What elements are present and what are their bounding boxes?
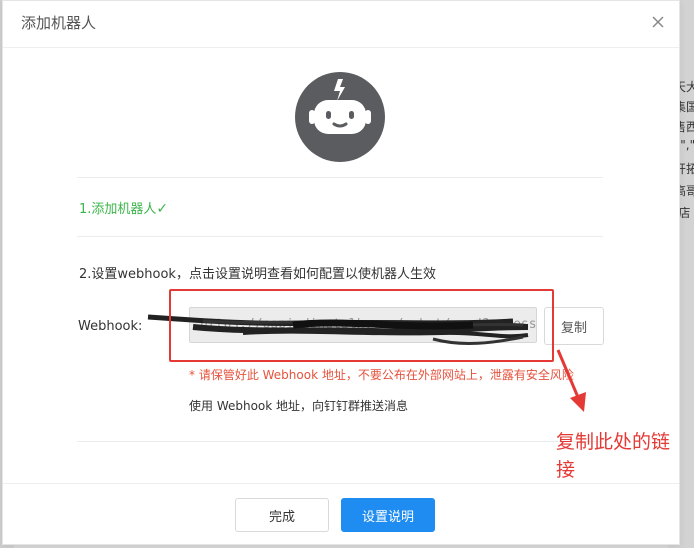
webhook-url-field[interactable]: https://oapi.dingtalk.com/robot/send?acc… xyxy=(189,307,537,343)
webhook-label: Webhook: xyxy=(78,319,143,334)
divider xyxy=(77,177,603,178)
dialog-header: 添加机器人 xyxy=(3,1,679,48)
dialog-title: 添加机器人 xyxy=(21,14,97,32)
annotation-text: 复制此处的链接 xyxy=(556,431,671,481)
check-icon: ✓ xyxy=(156,201,169,217)
step2-label: 2.设置webhook，点击设置说明查看如何配置以使机器人生效 xyxy=(79,267,436,282)
step1-text: 1.添加机器人 xyxy=(79,202,157,217)
setup-guide-button[interactable]: 设置说明 xyxy=(341,498,435,532)
step1-label: 1.添加机器人✓ xyxy=(79,198,168,217)
close-icon[interactable] xyxy=(651,15,665,29)
copy-button[interactable]: 复制 xyxy=(544,307,604,345)
robot-avatar xyxy=(295,72,385,162)
dialog-footer: 完成 设置说明 xyxy=(3,483,679,545)
webhook-url-text: https://oapi.dingtalk.com/robot/send?acc… xyxy=(200,317,537,332)
security-warning: * 请保管好此 Webhook 地址，不要公布在外部网站上，泄露有安全风险 xyxy=(189,368,574,382)
divider xyxy=(77,441,603,442)
webhook-note: 使用 Webhook 地址，向钉钉群推送消息 xyxy=(189,399,409,413)
robot-icon xyxy=(309,79,371,134)
divider xyxy=(77,236,603,237)
done-button[interactable]: 完成 xyxy=(235,498,329,532)
